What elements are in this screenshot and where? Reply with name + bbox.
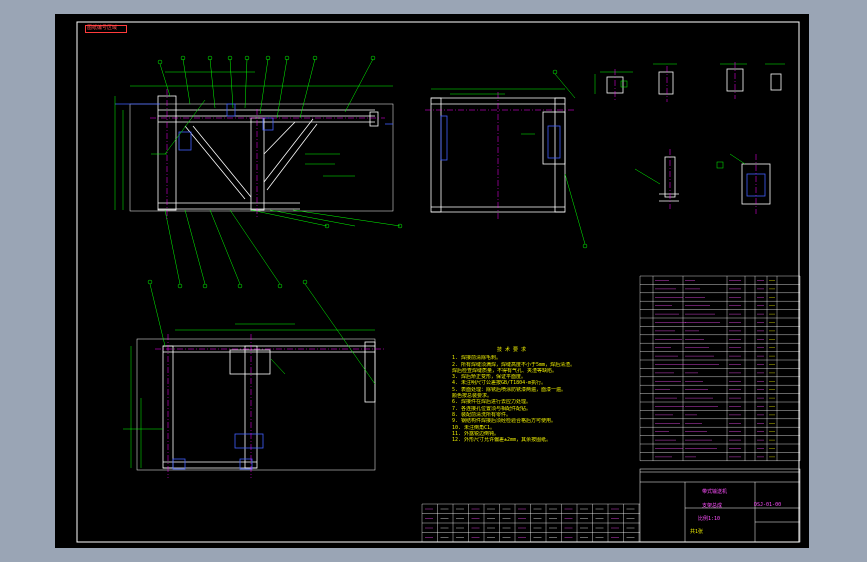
front-view — [115, 95, 394, 212]
cad-viewport[interactable]: 图纸编号区域 技 术 要 求 1. 焊接前清除毛刺。 2. 所有焊缝须满焊，焊缝高… — [55, 14, 809, 548]
note-line: 12. 外形尺寸允许偏差±2mm，其余按图纸。 — [452, 437, 552, 444]
scale-line: 比例1:10 — [698, 516, 721, 522]
front-view-centerlines — [150, 89, 385, 219]
drawing-canvas — [76, 21, 801, 543]
front-view-balloons — [157, 55, 403, 289]
side-view-centerlines — [425, 92, 575, 220]
title-block: 带式输送机 支架总成 比例1:10 共1张 DSJ-01-00 — [688, 482, 782, 536]
plan-view — [136, 338, 376, 471]
parts-table — [639, 275, 801, 461]
stamp-label: 图纸编号区域 — [87, 25, 118, 31]
project-name: 带式输送机 — [702, 489, 728, 495]
detail-views-centerlines — [614, 62, 757, 214]
sheet-count: 共1张 — [690, 529, 704, 535]
drawing-stamp: 图纸编号区域 — [85, 25, 127, 33]
side-view-dims — [431, 69, 588, 249]
detail-views-green — [594, 63, 785, 185]
drawing-number: DSJ-01-00 — [754, 502, 782, 508]
part-name: 支架总成 — [702, 503, 723, 509]
notes-title: 技 术 要 求 — [497, 347, 527, 353]
detail-views — [606, 68, 782, 205]
revision-table — [421, 503, 640, 543]
technical-notes: 技 术 要 求 1. 焊接前清除毛刺。 2. 所有焊缝须满焊，焊缝高度不小于5mm… — [452, 347, 602, 443]
